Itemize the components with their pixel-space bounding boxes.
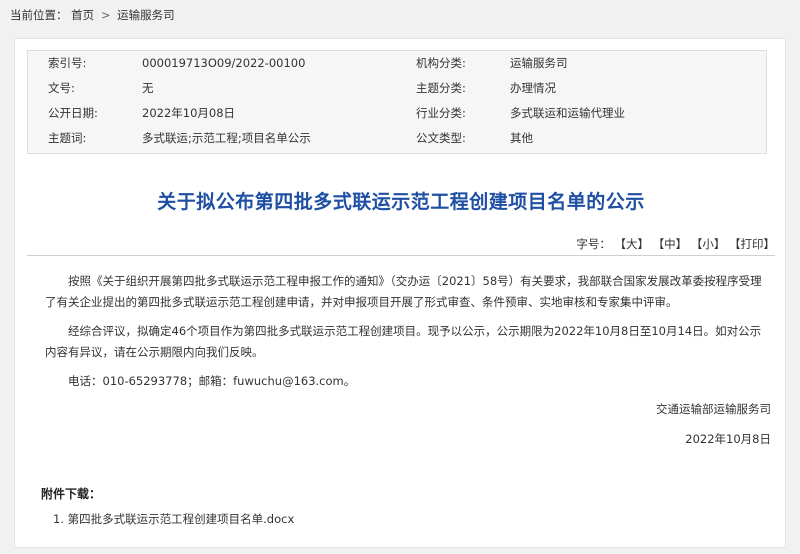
topic-category-value: 办理情况 — [510, 81, 556, 95]
paragraph: 按照《关于组织开展第四批多式联运示范工程申报工作的通知》（交办运〔2021〕58… — [45, 274, 762, 309]
contact-info: 电话：010-65293778；邮箱：fuwuchu@163.com。 — [68, 374, 356, 388]
metadata-row: 公开日期: 2022年10月08日 行业分类: 多式联运和运输代理业 — [28, 101, 766, 126]
doc-type-value: 其他 — [510, 131, 533, 145]
attachments-title: 附件下载： — [41, 487, 102, 501]
industry-category-label: 行业分类: — [416, 106, 466, 120]
paragraph: 经综合评议，拟确定46个项目作为第四批多式联运示范工程创建项目。现予以公示，公示… — [45, 324, 762, 359]
breadcrumb-home-link[interactable]: 首页 — [71, 8, 94, 22]
breadcrumb: 当前位置： 首页 > 运输服务司 — [10, 5, 175, 25]
breadcrumb-separator: > — [100, 8, 111, 22]
attachments-list: 1. 第四批多式联运示范工程创建项目名单.docx — [53, 511, 294, 527]
breadcrumb-label: 当前位置： — [10, 8, 68, 22]
org-category-value: 运输服务司 — [510, 56, 568, 70]
breadcrumb-current-link[interactable]: 运输服务司 — [117, 8, 175, 22]
signature-org: 交通运输部运输服务司 — [656, 402, 771, 416]
title-divider — [27, 255, 775, 256]
keywords-value: 多式联运;示范工程;项目名单公示 — [142, 131, 311, 145]
font-size-small-button[interactable]: 【小】 — [691, 237, 726, 251]
keywords-label: 主题词: — [48, 131, 87, 145]
publish-date-value: 2022年10月08日 — [142, 106, 236, 120]
font-size-large-button[interactable]: 【大】 — [615, 237, 650, 251]
publish-date-label: 公开日期: — [48, 106, 98, 120]
font-size-toolbar: 字号： 【大】 【中】 【小】 【打印】 — [576, 236, 775, 252]
signature-date: 2022年10月8日 — [685, 432, 771, 446]
print-button[interactable]: 【打印】 — [729, 237, 775, 251]
attachment-link[interactable]: 1. 第四批多式联运示范工程创建项目名单.docx — [53, 512, 294, 526]
font-size-label: 字号： — [576, 237, 611, 251]
doc-number-label: 文号: — [48, 81, 75, 95]
industry-category-value: 多式联运和运输代理业 — [510, 106, 625, 120]
org-category-label: 机构分类: — [416, 56, 466, 70]
doc-number-value: 无 — [142, 81, 154, 95]
font-size-medium-button[interactable]: 【中】 — [653, 237, 688, 251]
article-page: 索引号: 000019713O09/2022-00100 机构分类: 运输服务司… — [14, 38, 786, 548]
article-body: 按照《关于组织开展第四批多式联运示范工程申报工作的通知》（交办运〔2021〕58… — [45, 271, 765, 392]
page-title: 关于拟公布第四批多式联运示范工程创建项目名单的公示 — [157, 191, 645, 213]
metadata-row: 索引号: 000019713O09/2022-00100 机构分类: 运输服务司 — [28, 51, 766, 76]
metadata-row: 文号: 无 主题分类: 办理情况 — [28, 76, 766, 101]
index-number-label: 索引号: — [48, 56, 87, 70]
metadata-table: 索引号: 000019713O09/2022-00100 机构分类: 运输服务司… — [27, 50, 767, 154]
index-number-value: 000019713O09/2022-00100 — [142, 56, 306, 70]
doc-type-label: 公文类型: — [416, 131, 466, 145]
topic-category-label: 主题分类: — [416, 81, 466, 95]
metadata-row: 主题词: 多式联运;示范工程;项目名单公示 公文类型: 其他 — [28, 126, 766, 151]
